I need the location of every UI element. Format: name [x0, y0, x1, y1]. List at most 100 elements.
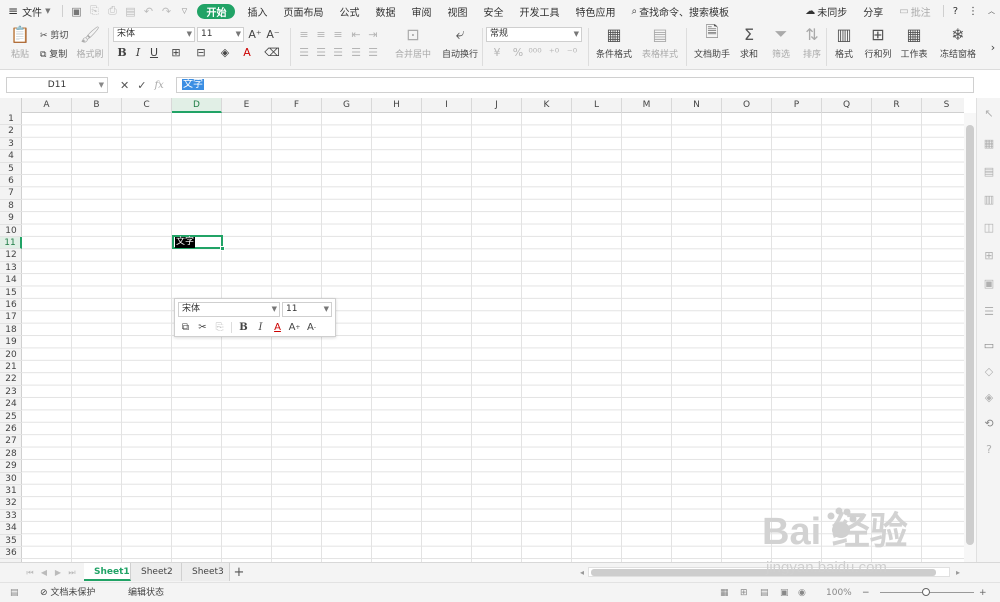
ribbon-scroll-right-icon[interactable]: ›: [986, 40, 1000, 54]
redo-icon[interactable]: ↷: [157, 0, 175, 22]
column-header-q[interactable]: Q: [822, 98, 872, 113]
page-layout-view-icon[interactable]: ▦: [720, 583, 729, 602]
column-header-s[interactable]: S: [922, 98, 964, 113]
panel-box-icon[interactable]: ▭: [982, 338, 996, 352]
doc-assistant-button[interactable]: 🗎 文档助手: [694, 22, 730, 61]
add-sheet-icon[interactable]: +: [233, 566, 245, 580]
align-right-icon[interactable]: ☰: [331, 45, 345, 59]
scroll-left-icon[interactable]: ◂: [576, 566, 588, 580]
column-header-r[interactable]: R: [872, 98, 922, 113]
fx-icon[interactable]: fx: [154, 80, 163, 91]
font-name-select[interactable]: 宋体 ▼: [113, 27, 195, 42]
help-button[interactable]: ?: [948, 0, 963, 22]
active-cell[interactable]: 文字: [172, 235, 225, 251]
panel-chart-icon[interactable]: ▥: [982, 192, 996, 206]
row-header-9[interactable]: 9: [0, 212, 22, 225]
fill-color-icon[interactable]: ◈: [218, 45, 232, 59]
bold-icon[interactable]: B: [115, 45, 129, 59]
reading-view-icon[interactable]: ▣: [780, 583, 789, 602]
panel-table-icon[interactable]: ⊞: [982, 248, 996, 262]
panel-image-icon[interactable]: ▣: [982, 276, 996, 290]
thousands-icon[interactable]: ⁰⁰⁰: [528, 45, 542, 59]
row-header-28[interactable]: 28: [0, 448, 22, 461]
row-header-6[interactable]: 6: [0, 175, 22, 188]
row-header-25[interactable]: 25: [0, 411, 22, 423]
sum-button[interactable]: Σ 求和: [731, 24, 767, 61]
scroll-right-icon[interactable]: ▸: [952, 566, 964, 580]
panel-help-icon[interactable]: ?: [982, 442, 996, 456]
column-header-l[interactable]: L: [572, 98, 622, 113]
name-box[interactable]: D11 ▼: [6, 77, 108, 93]
row-header-24[interactable]: 24: [0, 398, 22, 411]
align-left-icon[interactable]: ☰: [297, 45, 311, 59]
column-header-m[interactable]: M: [622, 98, 672, 113]
row-header-30[interactable]: 30: [0, 473, 22, 485]
align-bottom-icon[interactable]: ≡: [331, 27, 345, 41]
font-color-icon[interactable]: A: [240, 45, 254, 59]
conditional-format-button[interactable]: ▦ 条件格式: [594, 24, 634, 61]
row-header-31[interactable]: 31: [0, 485, 22, 498]
eye-protection-icon[interactable]: ◉: [798, 583, 806, 602]
row-header-7[interactable]: 7: [0, 187, 22, 200]
row-header-20[interactable]: 20: [0, 349, 22, 361]
table-style-button[interactable]: ▤ 表格样式: [640, 24, 680, 61]
tab-data[interactable]: 数据: [367, 0, 403, 22]
column-header-i[interactable]: I: [422, 98, 472, 113]
column-header-h[interactable]: H: [372, 98, 422, 113]
increase-decimal-icon[interactable]: ⁺⁰: [547, 45, 561, 59]
copy-button[interactable]: ⧉ 复制: [40, 47, 67, 60]
strikethrough-icon[interactable]: ⊟: [194, 45, 208, 59]
row-header-15[interactable]: 15: [0, 287, 22, 299]
comment-button[interactable]: ▭ 批注: [891, 0, 938, 22]
command-search[interactable]: ⌕ 查找命令、搜索模板: [623, 0, 737, 22]
column-header-g[interactable]: G: [322, 98, 372, 113]
zoom-level[interactable]: 100%: [826, 583, 852, 602]
panel-data-icon[interactable]: ◫: [982, 220, 996, 234]
row-header-12[interactable]: 12: [0, 249, 22, 262]
font-grow-icon[interactable]: A⁺: [248, 27, 262, 41]
tab-special[interactable]: 特色应用: [567, 0, 623, 22]
sort-button[interactable]: ⇅ 排序: [794, 24, 830, 61]
column-header-k[interactable]: K: [522, 98, 572, 113]
row-header-16[interactable]: 16: [0, 299, 22, 312]
panel-shape-icon[interactable]: ◇: [982, 364, 996, 378]
select-all-corner[interactable]: [0, 98, 22, 113]
column-header-c[interactable]: C: [122, 98, 172, 113]
undo-icon[interactable]: ↶: [139, 0, 157, 22]
normal-view-icon[interactable]: ⊞: [740, 583, 748, 602]
row-header-14[interactable]: 14: [0, 274, 22, 287]
vertical-scrollbar[interactable]: [964, 113, 976, 562]
panel-format-icon[interactable]: ▤: [982, 164, 996, 178]
collapse-ribbon-icon[interactable]: ︿: [983, 0, 1000, 22]
zoom-in-icon[interactable]: +: [979, 583, 987, 602]
next-sheet-icon[interactable]: ▶: [52, 566, 64, 580]
freeze-panes-button[interactable]: ❄ 冻结窗格: [938, 24, 978, 61]
align-top-icon[interactable]: ≡: [297, 27, 311, 41]
tab-security[interactable]: 安全: [475, 0, 511, 22]
paste-icon[interactable]: ⎘: [211, 320, 228, 335]
zoom-slider-knob[interactable]: [922, 588, 930, 596]
row-header-13[interactable]: 13: [0, 262, 22, 275]
worksheet-button[interactable]: ▦ 工作表: [896, 24, 932, 61]
history-icon[interactable]: ⟲: [982, 416, 996, 430]
format-button[interactable]: ▥ 格式: [826, 24, 862, 61]
save-icon[interactable]: ▣: [67, 0, 85, 22]
row-header-11[interactable]: 11: [0, 237, 22, 250]
last-sheet-icon[interactable]: ⏭: [66, 566, 78, 580]
sync-status[interactable]: ☁ 未同步: [797, 0, 855, 22]
row-header-26[interactable]: 26: [0, 423, 22, 436]
share-button[interactable]: 分享: [855, 0, 891, 22]
panel-list-icon[interactable]: ☰: [982, 304, 996, 318]
horizontal-scrollbar[interactable]: [588, 567, 950, 577]
border-icon[interactable]: ⊞: [169, 45, 183, 59]
font-grow-icon[interactable]: A +: [286, 320, 303, 335]
font-shrink-icon[interactable]: A⁻: [266, 27, 280, 41]
row-header-1[interactable]: 1: [0, 113, 22, 126]
bold-icon[interactable]: B: [235, 320, 252, 335]
row-header-22[interactable]: 22: [0, 373, 22, 386]
font-shrink-icon[interactable]: A-: [303, 320, 320, 335]
row-header-17[interactable]: 17: [0, 311, 22, 324]
row-header-29[interactable]: 29: [0, 460, 22, 473]
sheet-tab-sheet3[interactable]: Sheet3: [182, 563, 230, 581]
mini-font-size-select[interactable]: 11 ▼: [282, 302, 332, 317]
